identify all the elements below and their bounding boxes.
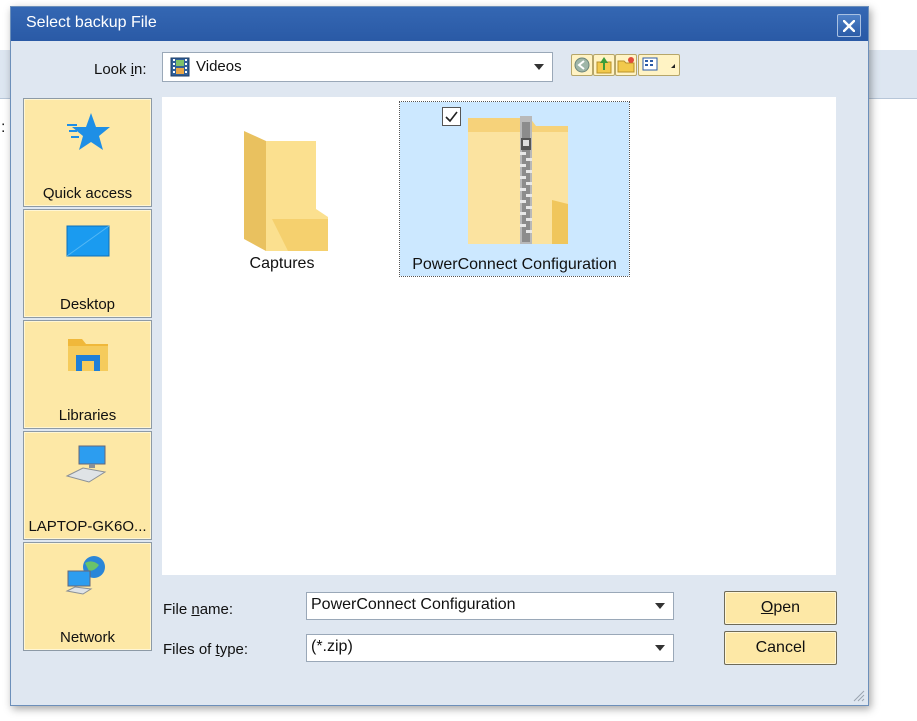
back-arrow-icon: [574, 57, 590, 73]
up-one-level-button[interactable]: [593, 54, 615, 76]
places-libraries[interactable]: Libraries: [23, 320, 152, 429]
file-name-combobox[interactable]: PowerConnect Configuration: [306, 592, 674, 620]
place-label: Libraries: [58, 407, 117, 424]
close-icon: [843, 19, 855, 32]
background-colon: :: [1, 119, 6, 136]
desktop-icon: [66, 225, 110, 257]
chevron-down-icon[interactable]: [534, 64, 544, 70]
create-new-folder-button[interactable]: [615, 54, 637, 76]
view-list-icon: [642, 57, 675, 71]
select-backup-file-dialog: Select backup File Look in: Videos Quick…: [10, 6, 869, 706]
places-desktop[interactable]: Desktop: [23, 209, 152, 318]
place-label: Quick access: [42, 185, 133, 202]
close-button[interactable]: [837, 14, 861, 37]
cancel-button[interactable]: Cancel: [724, 631, 837, 665]
title-bar: Select backup File: [11, 7, 868, 41]
file-list[interactable]: Captures PowerConnect Configuration: [162, 97, 836, 575]
libraries-icon: [68, 339, 108, 371]
checkmark-icon: [445, 111, 458, 123]
files-of-type-value: (*.zip): [311, 638, 353, 655]
chevron-down-icon[interactable]: [655, 645, 665, 651]
places-network[interactable]: Network: [23, 542, 152, 651]
file-name-input[interactable]: PowerConnect Configuration: [311, 596, 516, 614]
places-quick-access[interactable]: Quick access: [23, 98, 152, 207]
videos-folder-icon: [170, 57, 190, 77]
place-label: Network: [59, 629, 115, 646]
chevron-down-icon[interactable]: [655, 603, 665, 609]
star-icon: [67, 113, 110, 150]
file-label: PowerConnect Configuration: [412, 256, 617, 273]
look-in-label: Look in:: [94, 61, 147, 78]
file-name-label: File name:: [163, 601, 234, 618]
item-checkbox[interactable]: [442, 107, 461, 126]
folder-icon: [244, 131, 328, 251]
place-label: Desktop: [59, 296, 116, 313]
look-in-combobox[interactable]: Videos: [162, 52, 553, 82]
new-folder-icon: [617, 57, 635, 73]
places-this-pc[interactable]: LAPTOP-GK6O...: [23, 431, 152, 540]
file-label: Captures: [249, 255, 315, 272]
back-button[interactable]: [571, 54, 593, 76]
file-item-powerconnect-configuration[interactable]: PowerConnect Configuration: [399, 101, 630, 277]
resize-grip-icon[interactable]: [851, 688, 865, 702]
up-folder-icon: [596, 57, 612, 74]
file-item-captures[interactable]: Captures: [202, 107, 362, 277]
view-menu-button[interactable]: [638, 54, 680, 76]
network-icon: [65, 556, 105, 595]
files-of-type-label: Files of type:: [163, 641, 249, 658]
open-button[interactable]: Open: [724, 591, 837, 625]
computer-icon: [65, 445, 107, 483]
place-label: LAPTOP-GK6O...: [28, 518, 147, 535]
look-in-value: Videos: [196, 58, 242, 75]
zip-folder-icon: [468, 116, 568, 244]
files-of-type-combobox[interactable]: (*.zip): [306, 634, 674, 662]
dialog-title: Select backup File: [26, 14, 157, 31]
